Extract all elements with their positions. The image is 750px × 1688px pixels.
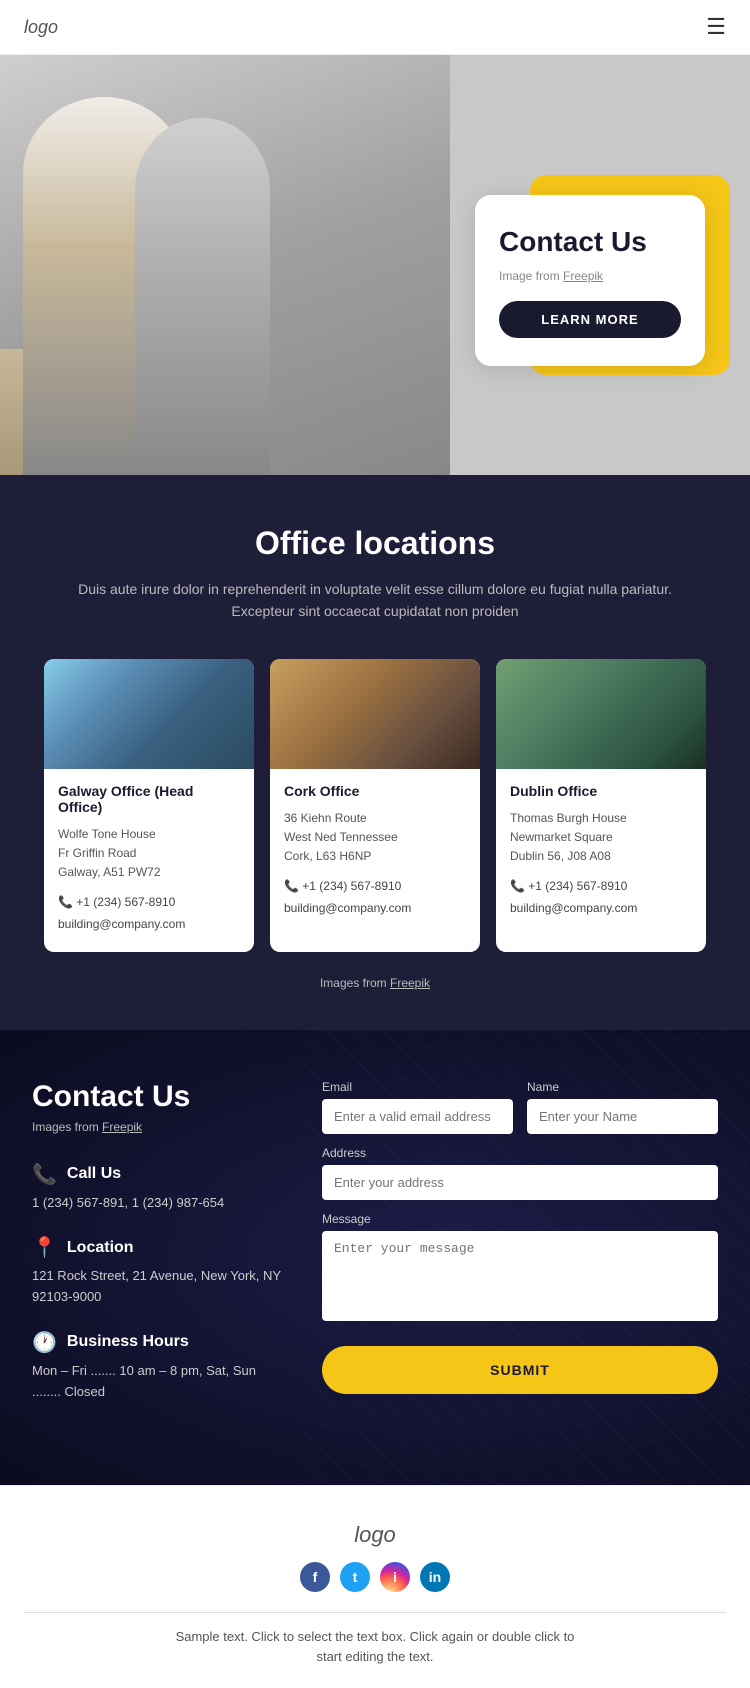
contact-form-panel: Email Name Address Message [322,1080,718,1425]
learn-more-button[interactable]: LEARN MORE [499,301,681,338]
phone-icon: 📞 [32,1162,57,1187]
hero-section: Contact Us Image from Freepik LEARN MORE [0,55,750,475]
contact-freepik-link[interactable]: Freepik [102,1120,142,1134]
instagram-icon[interactable]: i [380,1562,410,1592]
footer-divider [24,1612,726,1613]
office-image-dublin [496,659,706,769]
office-name-galway: Galway Office (Head Office) [58,783,240,815]
message-field[interactable] [322,1231,718,1321]
name-label: Name [527,1080,718,1094]
twitter-icon[interactable]: t [340,1562,370,1592]
location-address: 121 Rock Street, 21 Avenue, New York, NY… [32,1266,282,1308]
office-cards-container: Galway Office (Head Office) Wolfe Tone H… [30,659,720,952]
form-group-name: Name [527,1080,718,1134]
form-group-message: Message [322,1212,718,1326]
contact-title: Contact Us [32,1080,282,1114]
location-icon: 📍 [32,1235,57,1260]
location-label: Location [67,1239,134,1257]
email-label: Email [322,1080,513,1094]
navbar: logo ☰ [0,0,750,55]
social-icons: f t i in [24,1562,726,1592]
form-row-message: Message [322,1212,718,1326]
linkedin-icon[interactable]: in [420,1562,450,1592]
contact-call-us: 📞 Call Us 1 (234) 567-891, 1 (234) 987-6… [32,1162,282,1214]
contact-freepik-note: Images from Freepik [32,1120,282,1134]
email-field[interactable] [322,1099,513,1134]
office-phone-dublin: +1 (234) 567-8910 [510,876,692,898]
message-label: Message [322,1212,718,1226]
office-email-dublin: building@company.com [510,898,692,920]
form-row-email-name: Email Name [322,1080,718,1134]
call-us-label: Call Us [67,1165,121,1183]
office-card-cork: Cork Office 36 Kiehn Route West Ned Tenn… [270,659,480,952]
office-card-galway: Galway Office (Head Office) Wolfe Tone H… [44,659,254,952]
office-email-galway: building@company.com [58,914,240,936]
hero-person2 [135,118,270,475]
contact-inner: Contact Us Images from Freepik 📞 Call Us… [32,1080,718,1425]
name-field[interactable] [527,1099,718,1134]
office-section: Office locations Duis aute irure dolor i… [0,475,750,1030]
form-group-email: Email [322,1080,513,1134]
office-card-dublin: Dublin Office Thomas Burgh House Newmark… [496,659,706,952]
office-title: Office locations [30,525,720,562]
office-contact-cork: +1 (234) 567-8910 building@company.com [284,876,466,919]
contact-left-panel: Contact Us Images from Freepik 📞 Call Us… [32,1080,282,1425]
office-address-galway: Wolfe Tone House Fr Griffin Road Galway,… [58,825,240,883]
office-subtitle: Duis aute irure dolor in reprehenderit i… [30,578,720,623]
navbar-logo: logo [24,17,58,38]
hours-text: Mon – Fri ....... 10 am – 8 pm, Sat, Sun… [32,1361,282,1403]
footer-logo: logo [24,1522,726,1548]
office-email-cork: building@company.com [284,898,466,920]
address-field[interactable] [322,1165,718,1200]
contact-hours: 🕐 Business Hours Mon – Fri ....... 10 am… [32,1330,282,1403]
facebook-icon[interactable]: f [300,1562,330,1592]
office-phone-cork: +1 (234) 567-8910 [284,876,466,898]
office-image-galway [44,659,254,769]
office-contact-dublin: +1 (234) 567-8910 building@company.com [510,876,692,919]
office-freepik-link[interactable]: Freepik [390,976,430,990]
form-group-address: Address [322,1146,718,1200]
office-address-dublin: Thomas Burgh House Newmarket Square Dubl… [510,809,692,867]
hero-image [0,55,450,475]
office-contact-galway: +1 (234) 567-8910 building@company.com [58,892,240,935]
hero-freepik-line: Image from Freepik [499,269,681,283]
form-row-address: Address [322,1146,718,1200]
footer-sample-text: Sample text. Click to select the text bo… [24,1627,726,1669]
contact-us-section: Contact Us Images from Freepik 📞 Call Us… [0,1030,750,1485]
office-name-cork: Cork Office [284,783,466,799]
footer: logo f t i in Sample text. Click to sele… [0,1485,750,1688]
hero-freepik-link[interactable]: Freepik [563,269,603,283]
office-phone-galway: +1 (234) 567-8910 [58,892,240,914]
clock-icon: 🕐 [32,1330,57,1355]
office-image-cork [270,659,480,769]
call-us-number: 1 (234) 567-891, 1 (234) 987-654 [32,1193,282,1214]
hours-label: Business Hours [67,1333,189,1351]
office-freepik-note: Images from Freepik [30,976,720,990]
hero-title: Contact Us [499,225,681,259]
hero-contact-card: Contact Us Image from Freepik LEARN MORE [475,195,705,366]
address-label: Address [322,1146,718,1160]
office-name-dublin: Dublin Office [510,783,692,799]
office-address-cork: 36 Kiehn Route West Ned Tennessee Cork, … [284,809,466,867]
contact-location: 📍 Location 121 Rock Street, 21 Avenue, N… [32,1235,282,1308]
submit-button[interactable]: SUBMIT [322,1346,718,1394]
hamburger-menu-icon[interactable]: ☰ [706,14,726,40]
